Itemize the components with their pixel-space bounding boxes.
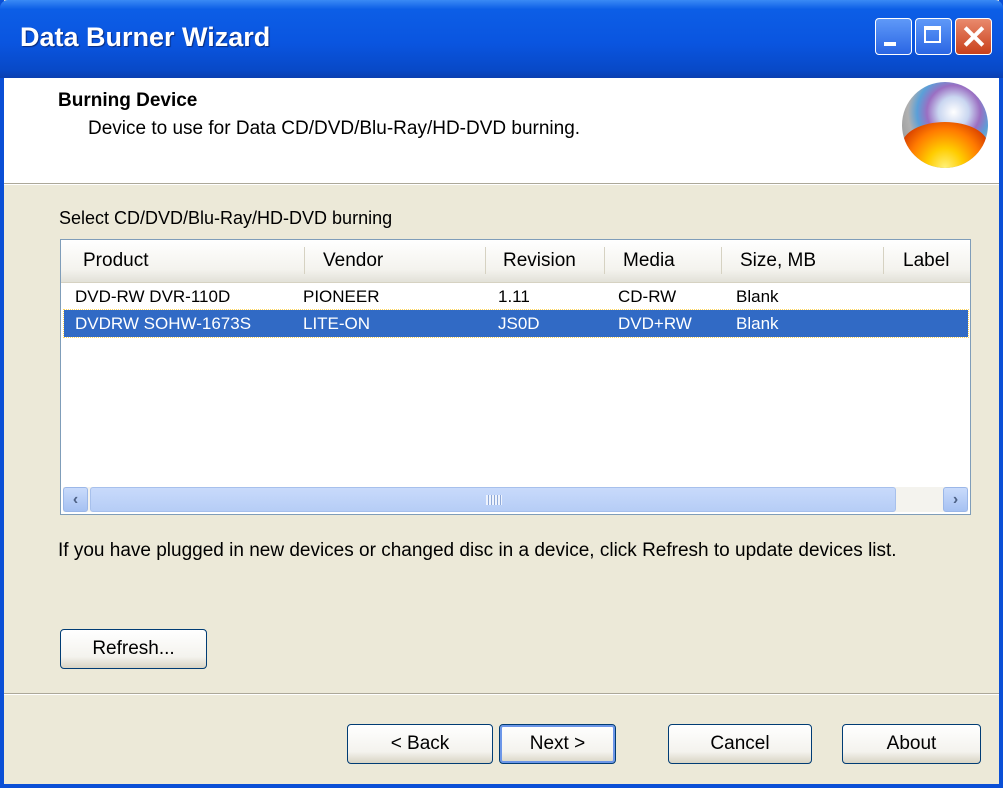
cell-product: DVDRW SOHW-1673S [75, 314, 252, 333]
cell-revision: 1.11 [498, 287, 530, 306]
list-item[interactable]: DVD-RW DVR-110D PIONEER 1.11 CD-RW Blank [64, 283, 968, 310]
column-header-media[interactable]: Media [623, 250, 675, 272]
column-header-label[interactable]: Label [903, 250, 950, 272]
column-divider[interactable] [883, 247, 884, 274]
cell-size: Blank [736, 314, 779, 333]
cell-vendor: LITE-ON [303, 314, 371, 333]
scroll-right-icon[interactable]: › [943, 487, 968, 512]
wizard-window: Data Burner Wizard Burning Device Device… [0, 0, 1003, 788]
minimize-icon[interactable] [875, 18, 912, 55]
horizontal-scrollbar[interactable]: ‹ › [63, 487, 968, 512]
page-title: Burning Device [58, 90, 198, 111]
cell-size: Blank [736, 287, 779, 306]
close-icon[interactable] [955, 18, 992, 55]
flame-icon [902, 122, 988, 168]
disc-flame-logo-icon [902, 82, 988, 168]
column-divider[interactable] [485, 247, 486, 274]
column-divider[interactable] [304, 247, 305, 274]
column-divider[interactable] [604, 247, 605, 274]
list-item-selected[interactable]: DVDRW SOHW-1673S LITE-ON JS0D DVD+RW Bla… [63, 309, 969, 338]
about-button[interactable]: About [842, 724, 981, 764]
refresh-hint-text: If you have plugged in new devices or ch… [58, 540, 897, 561]
scroll-left-icon[interactable]: ‹ [63, 487, 88, 512]
refresh-button[interactable]: Refresh... [60, 629, 207, 669]
column-header-product[interactable]: Product [83, 250, 148, 272]
column-header-size[interactable]: Size, MB [740, 250, 816, 272]
list-header: Product Vendor Revision Media Size, MB L… [61, 240, 970, 283]
cell-vendor: PIONEER [303, 287, 380, 306]
cell-revision: JS0D [498, 314, 540, 333]
column-header-revision[interactable]: Revision [503, 250, 576, 272]
maximize-icon[interactable] [915, 18, 952, 55]
cell-media: CD-RW [618, 287, 677, 306]
wizard-header: Burning Device Device to use for Data CD… [4, 78, 999, 184]
column-header-vendor[interactable]: Vendor [323, 250, 383, 272]
cell-media: DVD+RW [618, 314, 692, 333]
header-divider [4, 184, 999, 185]
next-button[interactable]: Next > [499, 724, 616, 764]
cancel-button[interactable]: Cancel [668, 724, 812, 764]
footer-divider-highlight [4, 694, 999, 695]
device-list[interactable]: Product Vendor Revision Media Size, MB L… [60, 239, 971, 515]
column-divider[interactable] [721, 247, 722, 274]
device-list-label: Select CD/DVD/Blu-Ray/HD-DVD burning [59, 208, 393, 228]
grip-icon [486, 495, 502, 505]
window-title: Data Burner Wizard [20, 22, 271, 52]
title-bar[interactable]: Data Burner Wizard [0, 0, 1003, 78]
back-button[interactable]: < Back [347, 724, 493, 764]
page-subtitle: Device to use for Data CD/DVD/Blu-Ray/HD… [88, 118, 581, 139]
cell-product: DVD-RW DVR-110D [75, 287, 231, 306]
scrollbar-thumb[interactable] [90, 487, 896, 512]
